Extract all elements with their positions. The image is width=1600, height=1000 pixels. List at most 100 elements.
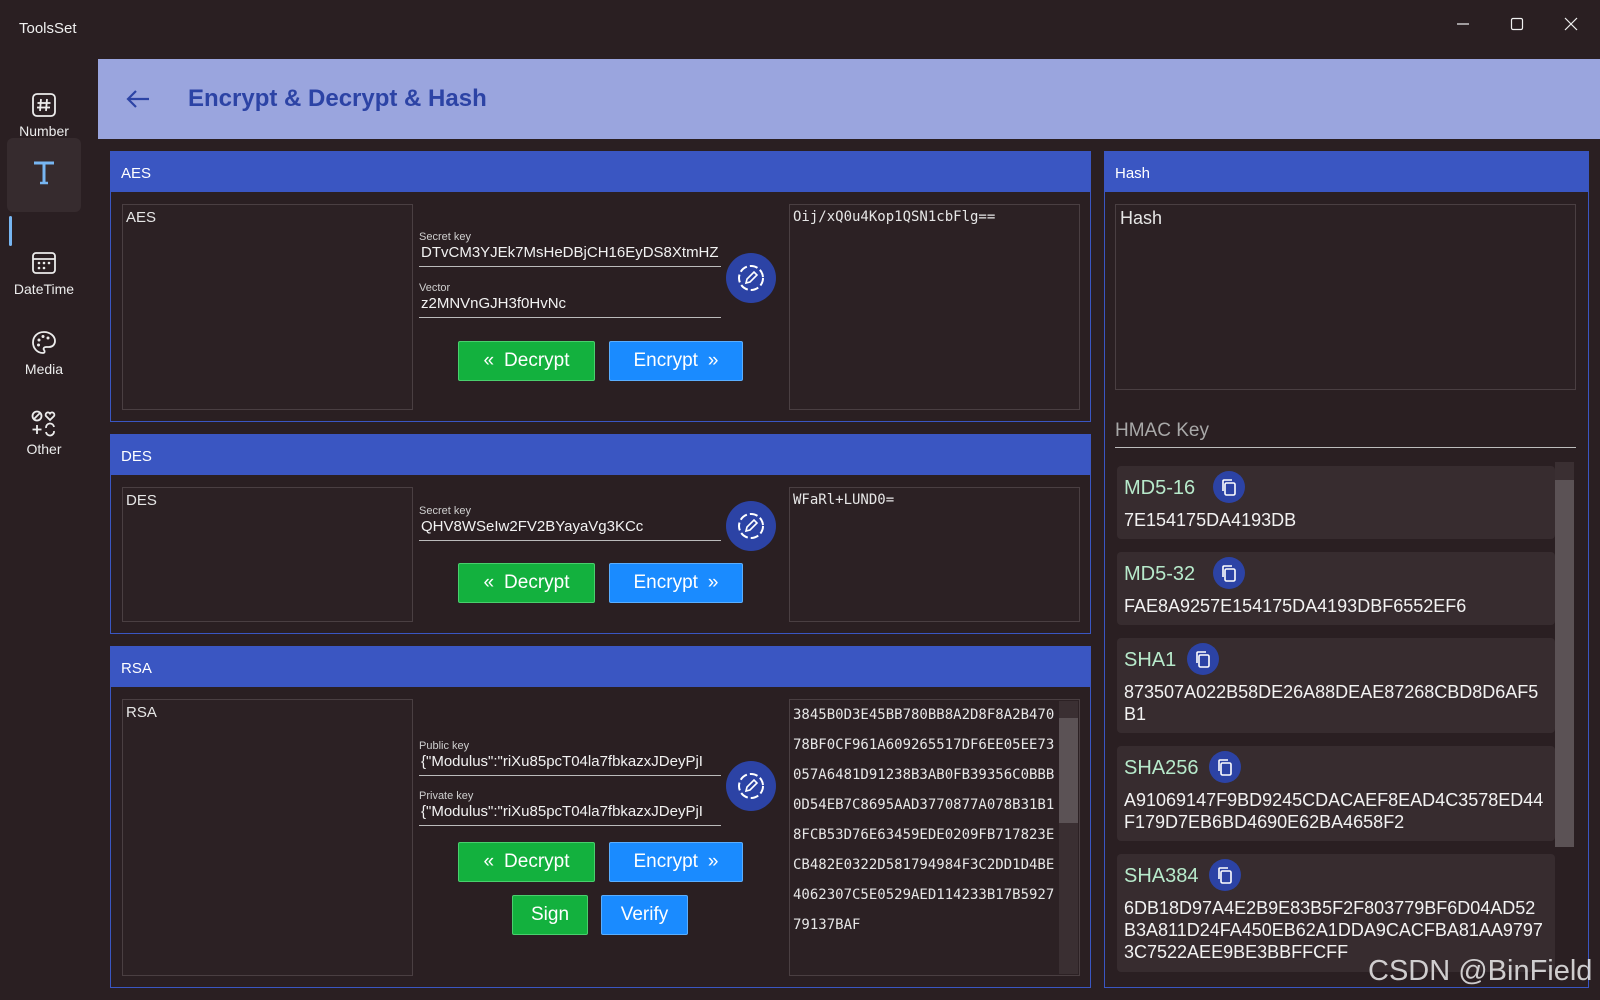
aes-generate-key-button[interactable] (726, 253, 776, 303)
public-key-label: Public key (419, 740, 470, 752)
des-encrypt-button[interactable]: Encrypt » (609, 563, 743, 603)
regenerate-icon (738, 773, 764, 799)
hash-result-sha1: SHA1 873507A022B58DE26A88DEAE87268CBD8D6… (1117, 638, 1555, 733)
aes-encrypt-button[interactable]: Encrypt » (609, 341, 743, 381)
scrollbar-thumb[interactable] (1555, 480, 1574, 847)
hash-name: MD5-32 (1124, 563, 1196, 585)
nav-item-datetime[interactable]: DateTime (7, 236, 81, 310)
rsa-input[interactable]: RSA (122, 699, 413, 976)
copy-button[interactable] (1213, 471, 1245, 503)
close-icon (1564, 17, 1578, 31)
rsa-public-key-field[interactable]: Public key {"Modulus":"riXu85pcT04la7fbk… (419, 740, 721, 776)
rsa-verify-label: Verify (620, 904, 669, 925)
maximize-icon (1510, 17, 1524, 31)
hash-value: 6DB18D97A4E2B9E83B5F2F803779BF6D04AD52B3… (1124, 898, 1543, 962)
maximize-button[interactable] (1494, 8, 1540, 40)
aes-encrypt-label: Encrypt (633, 350, 698, 371)
rsa-encrypt-button[interactable]: Encrypt » (609, 842, 743, 882)
close-button[interactable] (1548, 8, 1594, 40)
chevrons-right-icon: » (707, 350, 719, 371)
rsa-private-key-value[interactable]: {"Modulus":"riXu85pcT04la7fbkazxJDeyPjI (419, 802, 721, 826)
rsa-output-scrollbar[interactable] (1059, 701, 1078, 974)
nav-label: DateTime (13, 281, 75, 297)
rsa-public-key-value[interactable]: {"Modulus":"riXu85pcT04la7fbkazxJDeyPjI (419, 752, 721, 776)
nav-item-other[interactable]: Other (7, 396, 81, 470)
hash-value: A91069147F9BD9245CDACAEF8EAD4C3578ED44F1… (1124, 790, 1544, 832)
des-decrypt-button[interactable]: « Decrypt (458, 563, 595, 603)
aes-secret-key-value[interactable]: DTvCM3YJEk7MsHeDBjCH16EyDS8XtmHZ (419, 243, 721, 267)
chevrons-left-icon: « (483, 572, 495, 593)
private-key-label: Private key (419, 790, 474, 802)
vector-label: Vector (419, 282, 451, 294)
copy-icon (1218, 759, 1232, 776)
nav-item-text[interactable] (7, 138, 81, 212)
nav-label: Media (24, 361, 64, 377)
hash-name: SHA256 (1124, 757, 1199, 779)
calendar-icon (30, 249, 58, 277)
copy-icon (1222, 479, 1236, 496)
copy-button[interactable] (1209, 859, 1241, 891)
regenerate-icon (738, 265, 764, 291)
arrow-left-icon (126, 90, 149, 108)
des-generate-key-button[interactable] (726, 501, 776, 551)
minimize-icon (1457, 23, 1469, 25)
hash-result-md5-32: MD5-32 FAE8A9257E154175DA4193DBF6552EF6 (1117, 552, 1555, 625)
aes-vector-value[interactable]: z2MNVnGJH3f0HvNc (419, 294, 721, 318)
nav-label: Number (19, 123, 69, 139)
aes-decrypt-button[interactable]: « Decrypt (458, 341, 595, 381)
rsa-decrypt-button[interactable]: « Decrypt (458, 842, 595, 882)
aes-vector-field[interactable]: Vector z2MNVnGJH3f0HvNc (419, 282, 721, 318)
des-secret-key-value[interactable]: QHV8WSeIw2FV2BYayaVg3KCc (419, 517, 721, 541)
hash-result-sha256: SHA256 A91069147F9BD9245CDACAEF8EAD4C357… (1117, 746, 1555, 841)
text-icon (30, 159, 58, 187)
aes-input[interactable]: AES (122, 204, 413, 410)
aes-output[interactable]: Oij/xQ0u4Kop1QSN1cbFlg== (789, 204, 1080, 410)
aes-secret-key-field[interactable]: Secret key DTvCM3YJEk7MsHeDBjCH16EyDS8Xt… (419, 231, 721, 267)
des-encrypt-label: Encrypt (633, 572, 698, 593)
page-header: Encrypt & Decrypt & Hash (98, 59, 1600, 139)
hash-input[interactable]: Hash (1115, 204, 1576, 390)
hash-value: FAE8A9257E154175DA4193DBF6552EF6 (1124, 596, 1467, 616)
rsa-sign-button[interactable]: Sign (512, 895, 588, 935)
rsa-output[interactable]: 3845B0D3E45BB780BB8A2D8F8A2B47078BF0CF96… (789, 699, 1080, 976)
secret-key-label: Secret key (419, 505, 471, 517)
app-title: ToolsSet (19, 20, 77, 37)
chevrons-left-icon: « (483, 350, 495, 371)
rsa-sign-label: Sign (530, 904, 570, 925)
des-input[interactable]: DES (122, 487, 413, 622)
regenerate-icon (738, 513, 764, 539)
copy-button[interactable] (1187, 643, 1219, 675)
hash-icon (30, 91, 58, 119)
back-button[interactable] (120, 81, 156, 117)
nav-rail: Number DateTime Media Other (0, 58, 88, 1000)
hash-value: 873507A022B58DE26A88DEAE87268CBD8D6AF5B1 (1124, 682, 1539, 724)
rsa-generate-key-button[interactable] (726, 761, 776, 811)
minimize-button[interactable] (1440, 8, 1486, 40)
copy-icon (1196, 651, 1210, 668)
des-secret-key-field[interactable]: Secret key QHV8WSeIw2FV2BYayaVg3KCc (419, 505, 721, 541)
copy-button[interactable] (1213, 557, 1245, 589)
secret-key-label: Secret key (419, 231, 471, 243)
hmac-key-input[interactable]: HMAC Key (1115, 418, 1576, 448)
title-bar: ToolsSet (0, 0, 1600, 58)
nav-label: Other (26, 441, 62, 457)
chevrons-left-icon: « (483, 851, 495, 872)
copy-icon (1218, 867, 1232, 884)
chevrons-right-icon: » (707, 572, 719, 593)
scrollbar-thumb[interactable] (1059, 718, 1078, 823)
page-title: Encrypt & Decrypt & Hash (188, 85, 487, 112)
rsa-private-key-field[interactable]: Private key {"Modulus":"riXu85pcT04la7fb… (419, 790, 721, 826)
rsa-panel-title: RSA (111, 647, 1090, 687)
rsa-verify-button[interactable]: Verify (601, 895, 688, 935)
hash-results-scrollbar[interactable] (1555, 462, 1574, 847)
rsa-decrypt-label: Decrypt (504, 851, 570, 872)
hash-panel-title: Hash (1105, 152, 1588, 192)
des-output[interactable]: WFaRl+LUND0= (789, 487, 1080, 622)
hash-name: SHA384 (1124, 865, 1199, 887)
rsa-encrypt-label: Encrypt (633, 851, 698, 872)
nav-item-media[interactable]: Media (7, 316, 81, 390)
copy-button[interactable] (1209, 751, 1241, 783)
aes-decrypt-label: Decrypt (504, 350, 570, 371)
palette-icon (30, 329, 58, 357)
hash-name: MD5-16 (1124, 477, 1196, 499)
